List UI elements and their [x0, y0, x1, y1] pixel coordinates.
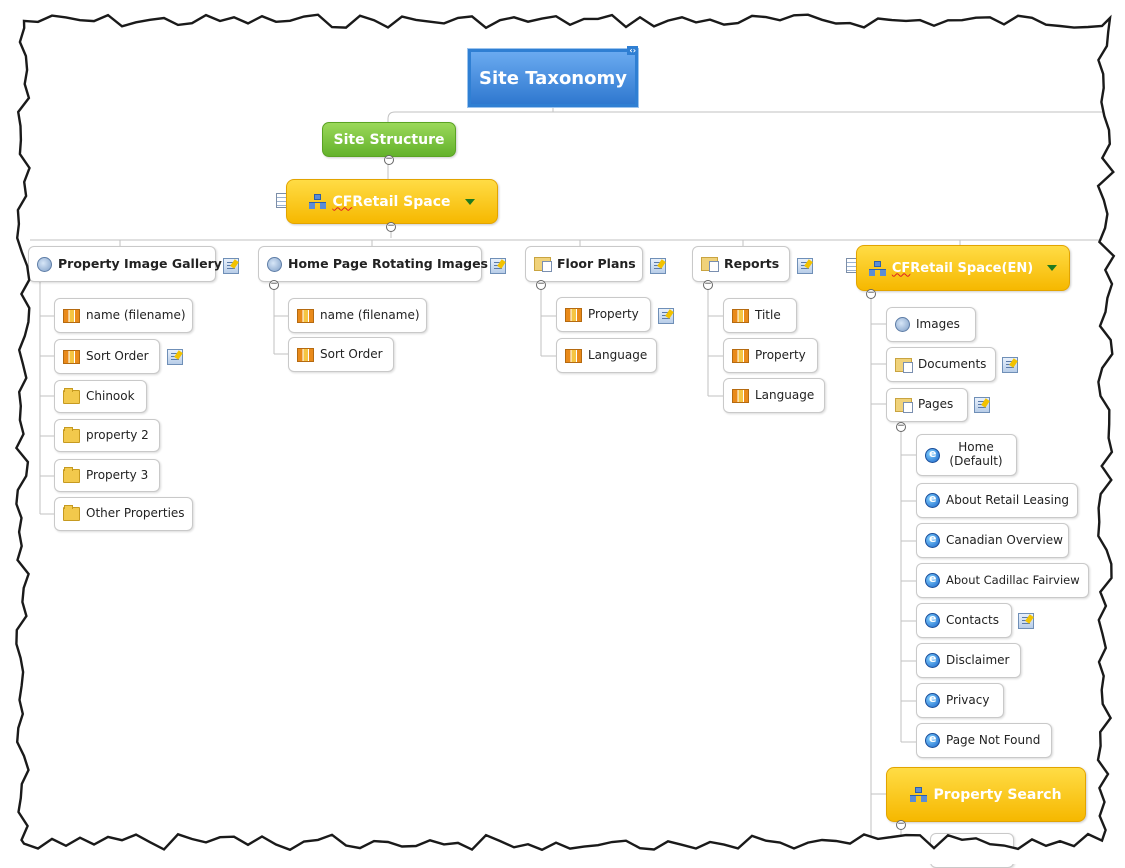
outer-paper-mask [0, 0, 1125, 864]
torn-edge-frame [0, 0, 1125, 864]
torn-edge [14, 13, 1116, 852]
